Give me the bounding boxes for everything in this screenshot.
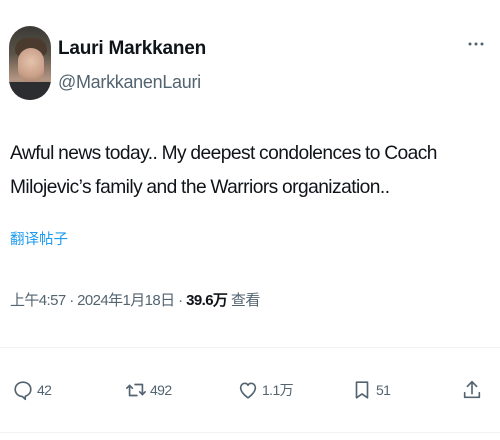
avatar[interactable]	[9, 26, 51, 100]
avatar-face	[18, 48, 44, 82]
heart-icon	[236, 378, 260, 402]
views-count[interactable]: 39.6万	[186, 292, 228, 309]
translate-post-link[interactable]: 翻译帖子	[10, 228, 68, 249]
author-display-name[interactable]: Lauri Markkanen	[58, 38, 206, 60]
share-button[interactable]	[460, 375, 484, 405]
share-upload-icon	[460, 378, 484, 402]
meta-separator-2: ·	[178, 292, 183, 309]
tweet-text: Awful news today.. My deepest condolence…	[10, 143, 437, 198]
bookmark-button[interactable]: 51	[350, 375, 391, 405]
avatar-shirt	[9, 82, 51, 100]
tweet-meta: 上午4:57 · 2024年1月18日 · 39.6万 查看	[10, 289, 260, 310]
bookmark-icon	[350, 378, 374, 402]
retweet-count: 492	[150, 382, 172, 398]
retweet-arrows-icon	[124, 378, 148, 402]
views-label: 查看	[230, 292, 260, 309]
meta-separator: ·	[69, 292, 74, 309]
reply-count: 42	[37, 382, 52, 398]
reply-bubble-icon	[11, 378, 35, 402]
retweet-button[interactable]: 492	[124, 375, 172, 405]
tweet-time[interactable]: 上午4:57	[10, 292, 66, 309]
more-options-button[interactable]	[464, 34, 488, 54]
divider	[0, 347, 500, 348]
tweet-card: Lauri Markkanen @MarkkanenLauri Awful ne…	[0, 0, 500, 440]
bookmark-count: 51	[376, 382, 391, 398]
reply-button[interactable]: 42	[11, 375, 52, 405]
like-count: 1.1万	[262, 382, 294, 398]
like-button[interactable]: 1.1万	[236, 375, 294, 405]
author-handle[interactable]: @MarkkanenLauri	[58, 72, 201, 93]
divider-bottom	[0, 432, 500, 433]
tweet-date[interactable]: 2024年1月18日	[77, 292, 175, 309]
more-horizontal-icon	[468, 42, 484, 46]
